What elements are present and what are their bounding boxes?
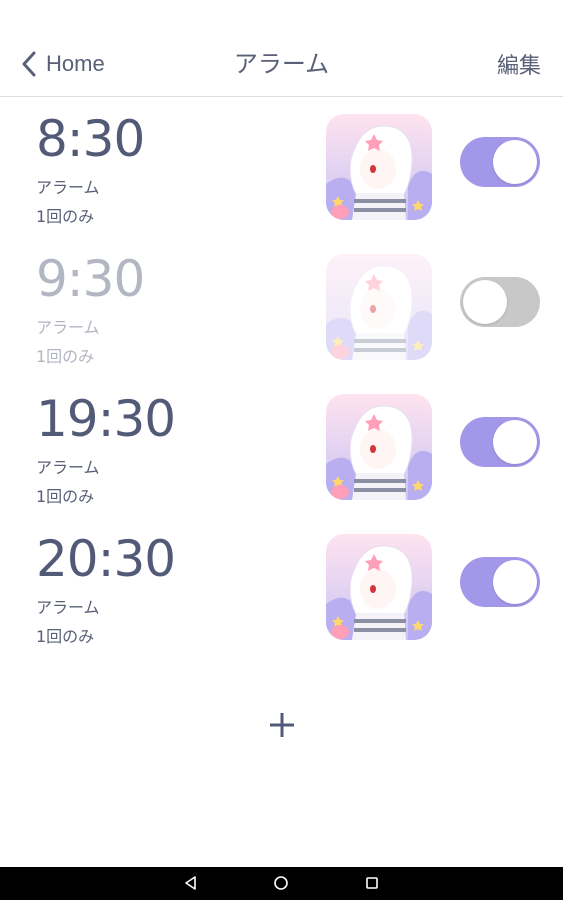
plus-icon [270, 713, 294, 737]
alarm-row[interactable]: 20:30 アラーム 1回のみ [0, 534, 563, 674]
alarm-repeat: 1回のみ [36, 207, 95, 226]
toggle-knob [463, 280, 507, 324]
alarm-time: 9:30 [36, 250, 145, 308]
navigation-header: Home アラーム 編集 [0, 0, 563, 97]
alarm-toggle[interactable] [460, 557, 540, 607]
alarm-time: 8:30 [36, 110, 145, 168]
alarm-time: 19:30 [36, 390, 176, 448]
alarm-time: 20:30 [36, 530, 176, 588]
alarm-row[interactable]: 19:30 アラーム 1回のみ [0, 394, 563, 534]
home-circle-icon [274, 876, 288, 890]
alarm-row[interactable]: 8:30 アラーム 1回のみ [0, 114, 563, 254]
toggle-knob [493, 420, 537, 464]
alarm-label: アラーム [36, 178, 100, 197]
alarm-toggle[interactable] [460, 417, 540, 467]
add-alarm-button[interactable] [262, 705, 302, 745]
alarm-repeat: 1回のみ [36, 347, 95, 366]
alarm-label: アラーム [36, 598, 100, 617]
alarm-toggle[interactable] [460, 137, 540, 187]
toggle-knob [493, 140, 537, 184]
alarm-character-thumbnail [326, 534, 432, 640]
alarm-repeat: 1回のみ [36, 487, 95, 506]
nav-recents-button[interactable] [364, 875, 380, 891]
nav-back-button[interactable] [183, 875, 199, 891]
alarm-character-thumbnail [326, 254, 432, 360]
nav-home-button[interactable] [273, 875, 289, 891]
alarm-character-thumbnail [326, 114, 432, 220]
back-triangle-icon [185, 876, 196, 890]
system-navigation-bar [0, 867, 563, 900]
alarm-label: アラーム [36, 458, 100, 477]
toggle-knob [493, 560, 537, 604]
alarm-label: アラーム [36, 318, 100, 337]
alarm-character-thumbnail [326, 394, 432, 500]
recents-square-icon [366, 877, 378, 889]
alarm-toggle[interactable] [460, 277, 540, 327]
edit-button[interactable]: 編集 [497, 48, 541, 80]
alarm-repeat: 1回のみ [36, 627, 95, 646]
page-title: アラーム [233, 50, 330, 78]
alarm-row[interactable]: 9:30 アラーム 1回のみ [0, 254, 563, 394]
